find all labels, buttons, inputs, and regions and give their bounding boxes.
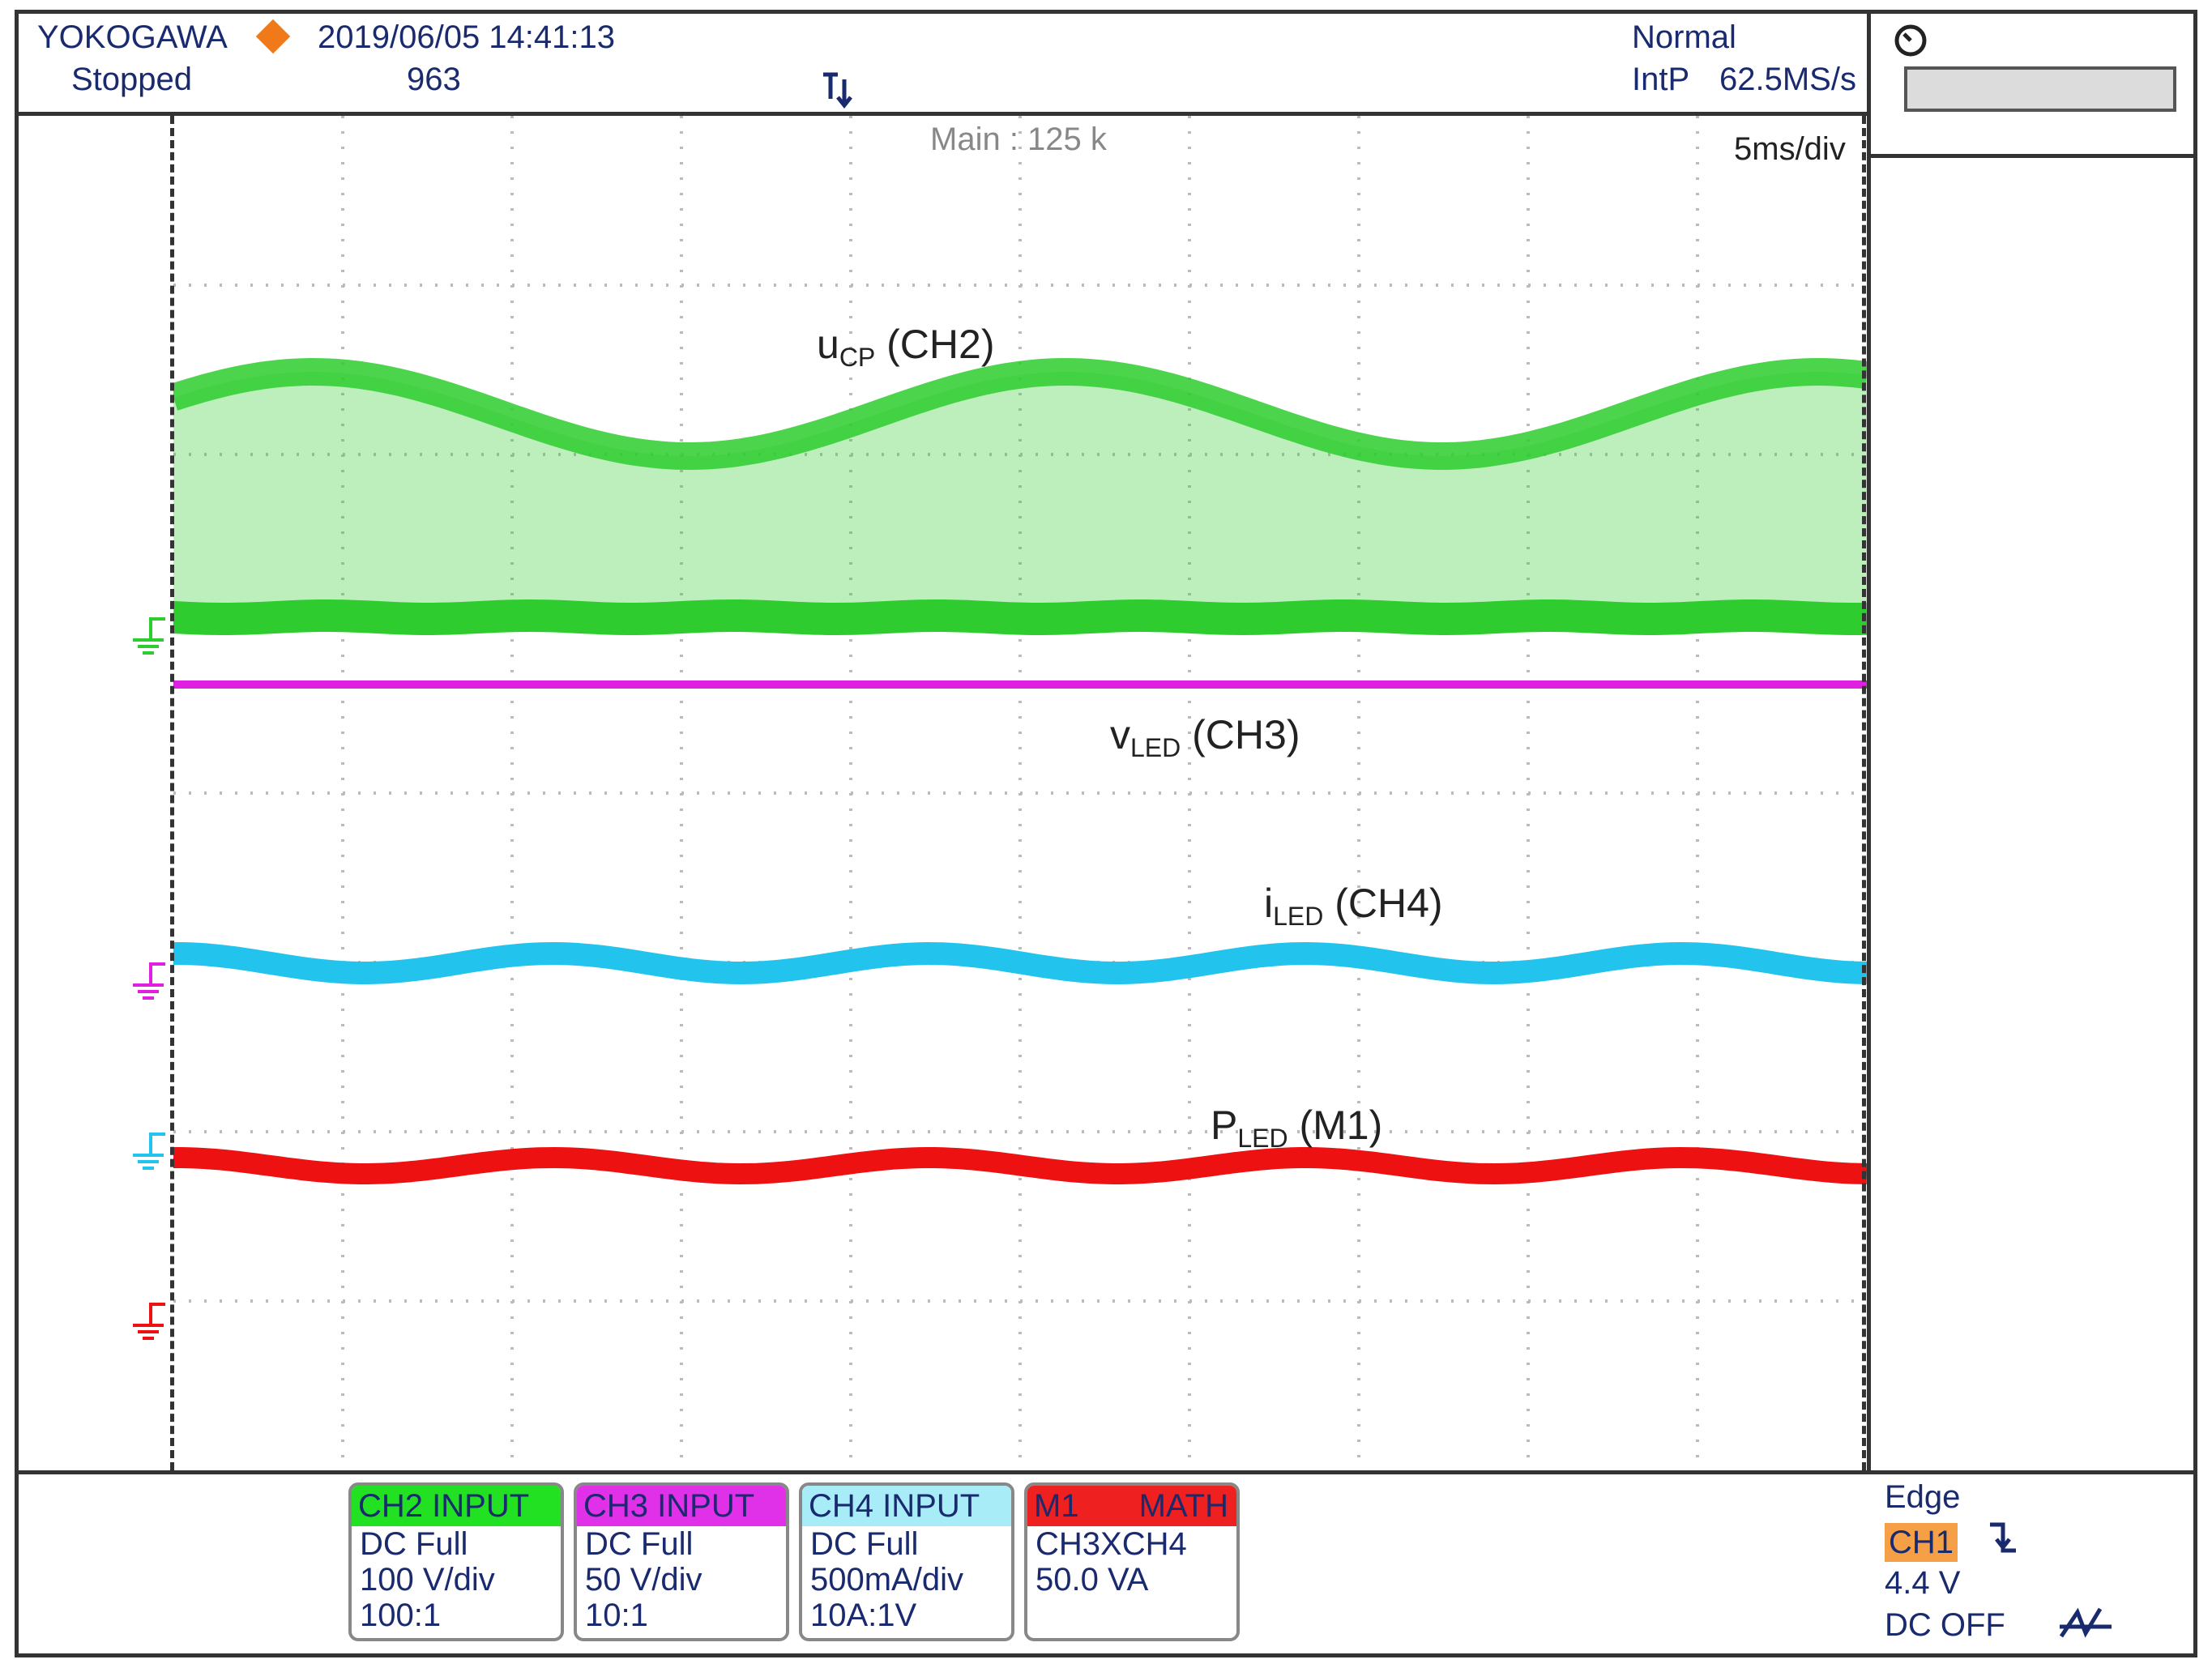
- ch2-ground-marker-icon: [133, 617, 165, 655]
- ch4-trace: [173, 941, 1867, 985]
- ch3-probe-ratio: 10:1: [585, 1598, 648, 1633]
- trigger-level: 4.4 V: [1885, 1565, 1961, 1601]
- ch2-scale: 100 V/div: [360, 1562, 495, 1598]
- math-label: MATH: [1138, 1488, 1228, 1524]
- trigger-coupling: DC OFF: [1885, 1607, 2005, 1643]
- plot-left-border: [170, 116, 177, 1470]
- right-panel-separator: [1867, 154, 2197, 158]
- ch4-input-box[interactable]: CH4 INPUT DC Full 500mA/div 10A:1V: [799, 1482, 1014, 1641]
- ch3-coupling: DC Full: [585, 1526, 694, 1562]
- ch2-coupling: DC Full: [360, 1526, 468, 1562]
- timebase-label: 5ms/div: [1734, 131, 1846, 167]
- ch3-ground-marker-icon: [133, 962, 165, 1000]
- sample-rate: 62.5MS/s: [1719, 62, 1856, 97]
- trace-label-ch2: uCP (CH2): [817, 322, 995, 372]
- trigger-marker-icon: [823, 72, 852, 109]
- trace-label-m1: PLED (M1): [1211, 1103, 1383, 1153]
- acquisition-status: Stopped: [71, 62, 193, 97]
- trigger-mode: Normal: [1632, 19, 1736, 55]
- ch2-baseline-trace: [173, 599, 1867, 636]
- right-panel-divider: [1867, 10, 1871, 1474]
- trigger-type: Edge: [1885, 1479, 1961, 1515]
- m1-ground-marker-icon: [133, 1303, 165, 1340]
- interpolation-mode: IntP: [1632, 62, 1690, 97]
- ch2-probe-ratio: 100:1: [360, 1598, 442, 1633]
- hf-reject-icon: [2059, 1607, 2112, 1638]
- acquisition-count: 963: [407, 62, 461, 97]
- ch2-input-box[interactable]: CH2 INPUT DC Full 100 V/div 100:1: [348, 1482, 564, 1641]
- ch4-probe-ratio: 10A:1V: [810, 1598, 917, 1633]
- brand-label: YOKOGAWA: [37, 19, 228, 55]
- bottom-separator: [15, 1470, 2197, 1474]
- ch4-coupling: DC Full: [810, 1526, 919, 1562]
- main-record-length: Main : 125 k: [930, 122, 1107, 157]
- m1-math-box[interactable]: M1 MATH CH3XCH4 50.0 VA: [1024, 1482, 1240, 1641]
- ch3-input-box[interactable]: CH3 INPUT DC Full 50 V/div 10:1: [574, 1482, 789, 1641]
- ch2-input-header: CH2 INPUT: [352, 1486, 561, 1526]
- clock-icon: [1894, 24, 1927, 57]
- ch4-input-header: CH4 INPUT: [802, 1486, 1011, 1526]
- trace-label-ch3: vLED (CH3): [1110, 712, 1300, 762]
- falling-edge-icon: [1990, 1522, 2016, 1553]
- trace-label-ch4: iLED (CH4): [1264, 881, 1443, 931]
- m1-math-header: M1 MATH: [1027, 1486, 1236, 1526]
- ch4-scale: 500mA/div: [810, 1562, 963, 1598]
- m1-trace: [173, 1146, 1867, 1185]
- m1-scale: 50.0 VA: [1036, 1562, 1149, 1598]
- m1-label: M1: [1034, 1488, 1079, 1524]
- m1-expression: CH3XCH4: [1036, 1526, 1187, 1562]
- trigger-source-badge[interactable]: CH1: [1885, 1523, 1958, 1562]
- plot-right-border: [1862, 116, 1867, 1470]
- ch3-scale: 50 V/div: [585, 1562, 702, 1598]
- ch3-input-header: CH3 INPUT: [577, 1486, 786, 1526]
- ch4-ground-marker-icon: [133, 1133, 165, 1170]
- right-panel-progress-box: [1904, 66, 2176, 112]
- datetime: 2019/06/05 14:41:13: [318, 19, 616, 55]
- waveform-plot: [173, 116, 1867, 1470]
